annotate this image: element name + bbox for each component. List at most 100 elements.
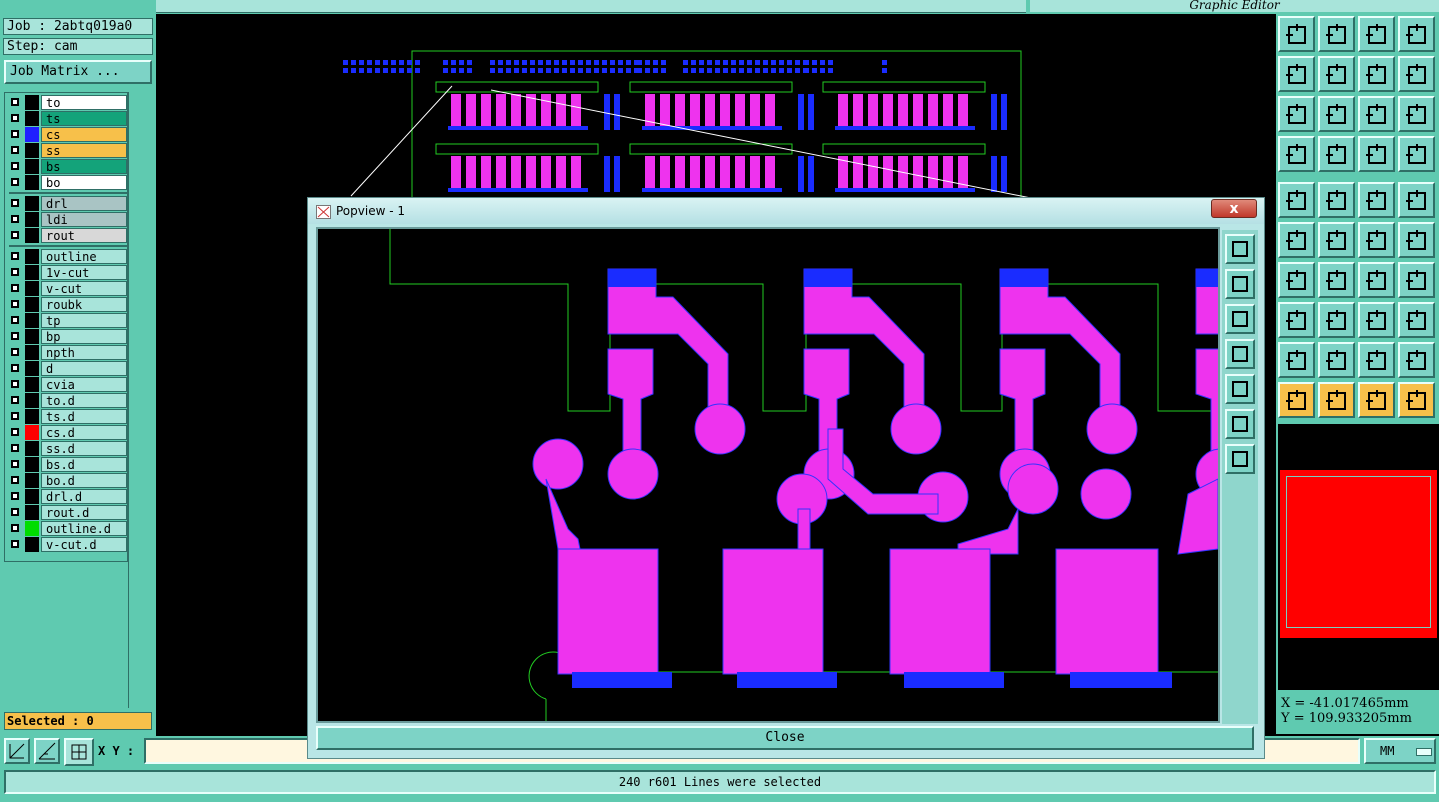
layer-checkbox[interactable] [11, 146, 19, 154]
layer-row-cs.d[interactable]: cs.d [5, 425, 127, 440]
edit-tool-13-icon[interactable] [1278, 302, 1315, 338]
layer-checkbox[interactable] [11, 98, 19, 106]
layer-name[interactable]: npth [41, 345, 127, 360]
edit-tool-8-icon[interactable] [1398, 222, 1435, 258]
edit-tool-21-icon[interactable] [1278, 382, 1315, 418]
layer-name[interactable]: ts [41, 111, 127, 126]
layer-row-bo.d[interactable]: bo.d [5, 473, 127, 488]
layer-checkbox[interactable] [11, 199, 19, 207]
layer-checkbox[interactable] [11, 178, 19, 186]
edit-tool-23-icon[interactable] [1358, 382, 1395, 418]
layer-name[interactable]: ss.d [41, 441, 127, 456]
layer-color-swatch[interactable] [25, 425, 39, 440]
layer-row-outline[interactable]: outline [5, 249, 127, 264]
edit-tool-24-icon[interactable] [1398, 382, 1435, 418]
layer-row-ldi[interactable]: ldi [5, 212, 127, 227]
layer-name[interactable]: ldi [41, 212, 127, 227]
layer-name[interactable]: cs [41, 127, 127, 142]
layer-row-d[interactable]: d [5, 361, 127, 376]
edit-tool-11-icon[interactable] [1358, 262, 1395, 298]
popview-tool-3-icon[interactable] [1225, 304, 1255, 334]
layer-checkbox[interactable] [11, 332, 19, 340]
layer-scrollbar[interactable] [128, 92, 155, 708]
popview-tool-1-icon[interactable] [1225, 234, 1255, 264]
job-matrix-button[interactable]: Job Matrix ... [4, 60, 152, 84]
layer-color-swatch[interactable] [25, 377, 39, 392]
edit-tool-18-icon[interactable] [1318, 342, 1355, 378]
units-select[interactable]: MM [1364, 738, 1436, 764]
layer-row-ss.d[interactable]: ss.d [5, 441, 127, 456]
edit-tool-1-icon[interactable] [1278, 182, 1315, 218]
layer-row-cvia[interactable]: cvia [5, 377, 127, 392]
layer-row-v-cut.d[interactable]: v-cut.d [5, 537, 127, 552]
layer-checkbox[interactable] [11, 215, 19, 223]
layer-color-swatch[interactable] [25, 111, 39, 126]
layer-row-tp[interactable]: tp [5, 313, 127, 328]
view-tool-6-icon[interactable] [1318, 56, 1355, 92]
layer-color-swatch[interactable] [25, 537, 39, 552]
layer-name[interactable]: cvia [41, 377, 127, 392]
layer-color-swatch[interactable] [25, 361, 39, 376]
layer-color-swatch[interactable] [25, 143, 39, 158]
layer-name[interactable]: rout.d [41, 505, 127, 520]
layer-name[interactable]: tp [41, 313, 127, 328]
edit-tool-7-icon[interactable] [1358, 222, 1395, 258]
layer-checkbox[interactable] [11, 300, 19, 308]
layer-checkbox[interactable] [11, 524, 19, 532]
layer-color-swatch[interactable] [25, 313, 39, 328]
layer-checkbox[interactable] [11, 268, 19, 276]
layer-name[interactable]: bs [41, 159, 127, 174]
layer-checkbox[interactable] [11, 508, 19, 516]
layer-name[interactable]: bs.d [41, 457, 127, 472]
edit-tool-2-icon[interactable] [1318, 182, 1355, 218]
layer-color-swatch[interactable] [25, 473, 39, 488]
layer-row-ss[interactable]: ss [5, 143, 127, 158]
layer-row-roubk[interactable]: roubk [5, 297, 127, 312]
view-tool-13-icon[interactable] [1278, 136, 1315, 172]
layer-name[interactable]: v-cut [41, 281, 127, 296]
layer-name[interactable]: cs.d [41, 425, 127, 440]
layer-row-drl.d[interactable]: drl.d [5, 489, 127, 504]
layer-checkbox[interactable] [11, 428, 19, 436]
view-tool-14-icon[interactable] [1318, 136, 1355, 172]
edit-tool-16-icon[interactable] [1398, 302, 1435, 338]
popview-tool-2-icon[interactable] [1225, 269, 1255, 299]
popview-titlebar[interactable]: Popview - 1 x [308, 198, 1264, 224]
layer-checkbox[interactable] [11, 380, 19, 388]
view-tool-8-icon[interactable] [1398, 56, 1435, 92]
edit-tool-10-icon[interactable] [1318, 262, 1355, 298]
layer-color-swatch[interactable] [25, 265, 39, 280]
layer-checkbox[interactable] [11, 364, 19, 372]
layer-row-rout[interactable]: rout [5, 228, 127, 243]
layer-checkbox[interactable] [11, 540, 19, 548]
layer-row-cs[interactable]: cs [5, 127, 127, 142]
measure-icon[interactable] [34, 738, 60, 764]
view-tool-2-icon[interactable] [1318, 16, 1355, 52]
popview-tool-4-icon[interactable] [1225, 339, 1255, 369]
popview-close-icon[interactable]: x [1211, 199, 1257, 218]
layer-name[interactable]: to.d [41, 393, 127, 408]
layer-color-swatch[interactable] [25, 297, 39, 312]
layer-color-swatch[interactable] [25, 409, 39, 424]
snap-icon[interactable] [4, 738, 30, 764]
view-tool-9-icon[interactable] [1278, 96, 1315, 132]
layer-name[interactable]: roubk [41, 297, 127, 312]
layer-name[interactable]: 1v-cut [41, 265, 127, 280]
view-tool-15-icon[interactable] [1358, 136, 1395, 172]
view-tool-5-icon[interactable] [1278, 56, 1315, 92]
layer-checkbox[interactable] [11, 162, 19, 170]
layer-color-swatch[interactable] [25, 281, 39, 296]
edit-tool-17-icon[interactable] [1278, 342, 1315, 378]
layer-color-swatch[interactable] [25, 329, 39, 344]
layer-name[interactable]: bo.d [41, 473, 127, 488]
layer-name[interactable]: outline.d [41, 521, 127, 536]
view-tool-11-icon[interactable] [1358, 96, 1395, 132]
layer-row-to.d[interactable]: to.d [5, 393, 127, 408]
popview-tool-6-icon[interactable] [1225, 409, 1255, 439]
view-tool-16-icon[interactable] [1398, 136, 1435, 172]
edit-tool-3-icon[interactable] [1358, 182, 1395, 218]
layer-row-to[interactable]: to [5, 95, 127, 110]
view-tool-7-icon[interactable] [1358, 56, 1395, 92]
popview-canvas[interactable] [316, 227, 1220, 723]
popview-tool-7-icon[interactable] [1225, 444, 1255, 474]
